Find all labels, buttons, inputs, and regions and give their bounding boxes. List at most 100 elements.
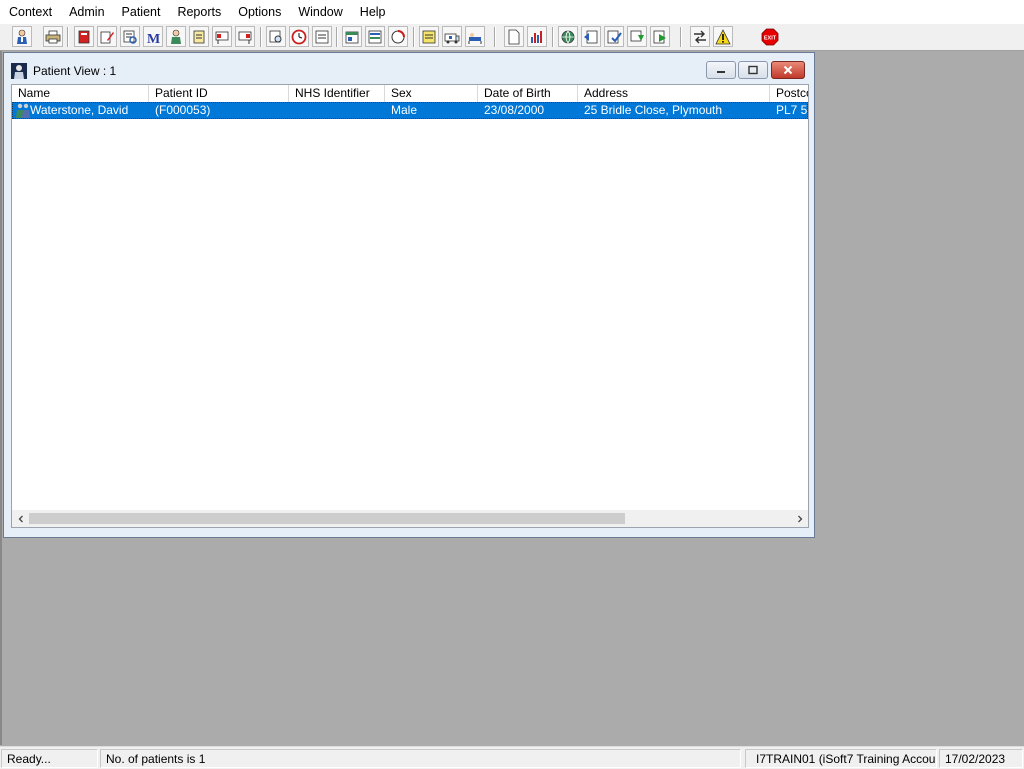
bed-transfer-button[interactable] xyxy=(465,26,485,47)
menu-context[interactable]: Context xyxy=(0,0,60,24)
green-arrow-down-button[interactable] xyxy=(627,26,647,47)
doctor-button[interactable] xyxy=(166,26,186,47)
blank-document-icon xyxy=(508,29,520,44)
minimize-button[interactable] xyxy=(706,61,736,79)
letter-m-button[interactable]: M xyxy=(143,26,163,47)
patient-view-window: Patient View : 1 Name Patient ID NHS Ide… xyxy=(3,52,815,538)
cell-name: Waterstone, David xyxy=(30,103,129,117)
menu-help[interactable]: Help xyxy=(351,0,394,24)
flag-alt-button[interactable] xyxy=(235,26,255,47)
print-button[interactable] xyxy=(43,26,63,47)
menu-options[interactable]: Options xyxy=(229,0,289,24)
maximize-icon xyxy=(748,65,758,75)
doctor-icon xyxy=(171,29,181,44)
swap-arrows-button[interactable] xyxy=(690,26,710,47)
menu-bar: Context Admin Patient Reports Options Wi… xyxy=(0,0,1024,24)
status-ready: Ready... xyxy=(1,749,98,768)
menu-reports[interactable]: Reports xyxy=(168,0,229,24)
swap-arrows-icon xyxy=(694,30,706,43)
notes-search-icon xyxy=(123,30,137,44)
cell-sex: Male xyxy=(391,103,418,117)
warning-icon xyxy=(715,28,731,44)
column-header-nhs-identifier[interactable]: NHS Identifier xyxy=(289,85,385,102)
warning-button[interactable] xyxy=(713,26,733,47)
list-window-button[interactable] xyxy=(312,26,332,47)
column-header-date-of-birth[interactable]: Date of Birth xyxy=(478,85,578,102)
schedule-list-button[interactable] xyxy=(365,26,385,47)
menu-window[interactable]: Window xyxy=(289,0,350,24)
menu-patient[interactable]: Patient xyxy=(113,0,169,24)
schedule-list-icon xyxy=(368,30,382,43)
toolbar: M EXIT xyxy=(0,24,1024,51)
scroll-thumb[interactable] xyxy=(29,513,625,524)
scroll-left-button[interactable] xyxy=(12,510,29,527)
refresh-clock-button[interactable] xyxy=(388,26,408,47)
refresh-clock-icon xyxy=(391,29,405,43)
globe-settings-button[interactable] xyxy=(558,26,578,47)
maximize-button[interactable] xyxy=(738,61,768,79)
green-arrow-right-icon xyxy=(653,30,666,43)
column-header-address[interactable]: Address xyxy=(578,85,770,102)
notes-search-button[interactable] xyxy=(120,26,140,47)
column-header-name[interactable]: Name xyxy=(12,85,149,102)
clock-button[interactable] xyxy=(289,26,309,47)
arrow-left-document-icon xyxy=(584,30,598,43)
status-patient-count: No. of patients is 1 xyxy=(100,749,741,768)
column-header-patient-id[interactable]: Patient ID xyxy=(149,85,289,102)
horizontal-scrollbar[interactable] xyxy=(12,510,808,527)
table-row[interactable]: Waterstone, David (F000053) Male 23/08/2… xyxy=(12,102,808,119)
chevron-right-icon xyxy=(797,515,802,522)
red-book-button[interactable] xyxy=(74,26,94,47)
calendar-card-icon xyxy=(345,31,359,43)
patient-person-button[interactable] xyxy=(12,26,32,47)
green-arrow-down-icon xyxy=(630,30,644,41)
letter-m-icon: M xyxy=(147,32,160,45)
exit-button[interactable]: EXIT xyxy=(760,26,780,47)
window-title: Patient View : 1 xyxy=(33,64,117,78)
bar-chart-icon xyxy=(531,30,542,43)
exit-label: EXIT xyxy=(764,35,777,41)
document-search-button[interactable] xyxy=(266,26,286,47)
blank-document-button[interactable] xyxy=(504,26,524,47)
red-book-icon xyxy=(78,30,90,43)
yellow-notepad-button[interactable] xyxy=(419,26,439,47)
bed-transfer-icon xyxy=(468,32,482,44)
cell-patient-id: (F000053) xyxy=(155,103,211,117)
window-title-bar[interactable]: Patient View : 1 xyxy=(4,53,814,86)
close-icon xyxy=(783,65,793,75)
cell-date-of-birth: 23/08/2000 xyxy=(484,103,545,117)
check-document-button[interactable] xyxy=(604,26,624,47)
column-header-postcode[interactable]: Postco xyxy=(770,85,808,102)
green-arrow-right-button[interactable] xyxy=(650,26,670,47)
clipboard-edit-button[interactable] xyxy=(189,26,209,47)
patient-list[interactable]: Name Patient ID NHS Identifier Sex Date … xyxy=(11,84,809,528)
scroll-right-button[interactable] xyxy=(791,510,808,527)
cell-postcode: PL7 5L xyxy=(776,103,808,117)
check-document-icon xyxy=(607,30,622,43)
ambulance-button[interactable] xyxy=(442,26,462,47)
patient-view-icon xyxy=(11,63,27,79)
menu-admin[interactable]: Admin xyxy=(60,0,112,24)
document-search-icon xyxy=(269,30,282,42)
arrow-left-document-button[interactable] xyxy=(581,26,601,47)
flag-icon xyxy=(215,31,229,44)
column-header-row: Name Patient ID NHS Identifier Sex Date … xyxy=(12,85,808,103)
minimize-icon xyxy=(717,71,725,73)
status-bar: Ready... No. of patients is 1 I7TRAIN01 … xyxy=(0,746,1024,769)
status-account: I7TRAIN01 (iSoft7 Training Account) xyxy=(745,749,937,768)
close-button[interactable] xyxy=(771,61,805,79)
exit-stop-icon: EXIT xyxy=(761,28,779,45)
svg-text:M: M xyxy=(147,32,160,45)
clock-icon xyxy=(291,29,307,44)
cell-address: 25 Bridle Close, Plymouth xyxy=(584,103,723,117)
printer-icon xyxy=(45,30,61,43)
flag-button[interactable] xyxy=(212,26,232,47)
column-header-sex[interactable]: Sex xyxy=(385,85,478,102)
chevron-left-icon xyxy=(18,515,23,522)
calendar-card-button[interactable] xyxy=(342,26,362,47)
patient-person-icon xyxy=(17,29,27,44)
edit-document-button[interactable] xyxy=(97,26,117,47)
flag-alt-icon xyxy=(238,31,252,44)
bar-chart-button[interactable] xyxy=(527,26,547,47)
cell-nhs-identifier xyxy=(289,102,385,119)
